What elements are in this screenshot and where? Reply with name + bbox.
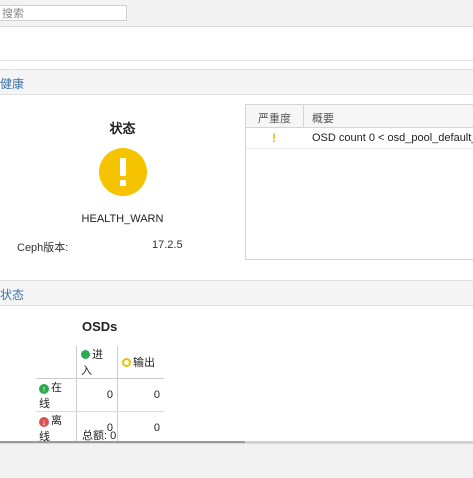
footer-bar [0,443,473,478]
osd-up-in-value: 0 [76,378,118,412]
top-toolbar: 搜索 [0,0,473,27]
warning-icon [99,148,147,196]
osd-down-out-value: 0 [117,411,164,444]
down-arrow-icon: ↓ [39,417,49,427]
osd-row-up: ↑ 在线 0 0 [36,378,164,412]
grid-row-summary: OSD count 0 < osd_pool_default_ [312,132,473,144]
ceph-version-label: Ceph版本: [17,242,69,254]
health-status-text: HEALTH_WARN [81,213,164,225]
health-panel-title: 健康 [0,77,25,91]
grid-header: 严重度 概要 [246,105,473,128]
in-dot-icon [81,350,90,359]
column-header-summary[interactable]: 概要 [312,110,334,126]
out-circle-icon [122,358,131,367]
up-arrow-icon: ↑ [39,384,49,394]
toolbar-strip [0,27,473,61]
grid-row[interactable]: ! OSD count 0 < osd_pool_default_ [246,128,473,149]
search-input[interactable]: 搜索 [0,5,127,21]
status-panel-title: 状态 [0,288,25,302]
health-summary-grid: 严重度 概要 ! OSD count 0 < osd_pool_default_ [245,104,473,260]
osds-title: OSDs [82,319,118,334]
column-header-severity[interactable]: 严重度 [258,110,291,126]
health-status-title: 状态 [109,121,136,136]
column-in: 进入 [76,346,118,379]
warning-severity-icon: ! [272,131,276,145]
osd-up-out-value: 0 [117,378,164,412]
ceph-version-value: 17.2.5 [152,239,183,251]
status-panel-header: 状态 [0,280,473,306]
health-panel-header: 健康 [0,69,473,95]
column-out: 输出 [117,346,164,379]
